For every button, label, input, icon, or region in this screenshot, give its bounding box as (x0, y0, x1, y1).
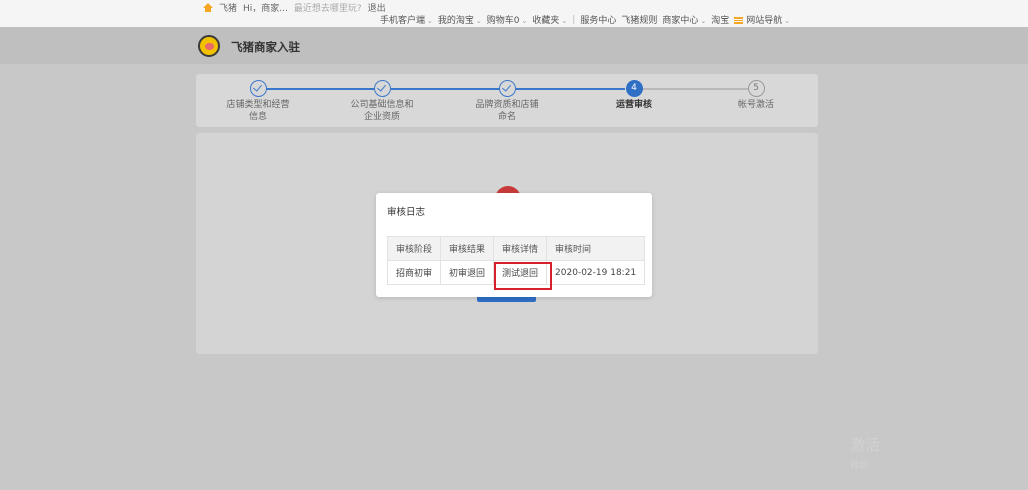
step-label: 运营审核 (615, 100, 652, 110)
fliggy-logo-icon[interactable] (198, 35, 220, 57)
nav-label: 收藏夹 (532, 16, 560, 26)
nav-site-map[interactable]: 网站导航 ⌄ (734, 13, 790, 26)
top-bar: 飞猪 Hi，商家... 最近想去哪里玩? 退出 手机客户端 ⌄ 我的淘宝 ⌄ 购物车… (0, 0, 1028, 27)
progress-steps: 店铺类型和经营信息 公司基础信息和企业资质 品牌资质和店铺命名 4 运营审核 5… (196, 74, 818, 127)
step-connector (266, 88, 383, 90)
step-number: 4 (625, 80, 643, 97)
top-nav: 手机客户端 ⌄ 我的淘宝 ⌄ 购物车0 ⌄ 收藏夹 ⌄ | 服务中心 飞猪规则 商家中心… (380, 13, 795, 27)
nav-label: 购物车0 (486, 16, 520, 26)
check-icon (498, 80, 516, 97)
watermark-subtitle: 转到 (850, 461, 869, 471)
nav-rules[interactable]: 飞猪规则 (621, 13, 657, 26)
nav-service-center[interactable]: 服务中心 (580, 13, 616, 26)
page-header: 飞猪商家入驻 (0, 27, 1028, 64)
table-row: 招商初审 初审退回 测试退回 2020-02-19 18:21 (386, 260, 646, 285)
menu-icon (734, 17, 744, 24)
step-connector (642, 88, 748, 90)
step-3: 品牌资质和店铺命名 (462, 80, 552, 123)
nav-label: 手机客户端 (380, 16, 426, 26)
nav-mobile-client[interactable]: 手机客户端 ⌄ (380, 13, 433, 26)
nav-divider: | (572, 14, 576, 25)
column-header: 审核详情 (493, 236, 548, 261)
home-icon[interactable] (203, 3, 213, 12)
step-4: 4 运营审核 (589, 80, 679, 111)
column-header: 审核结果 (440, 236, 495, 261)
nav-my-taobao[interactable]: 我的淘宝 ⌄ (438, 13, 482, 26)
nav-label: 网站导航 (746, 16, 783, 26)
nav-merchant-center[interactable]: 商家中心 ⌄ (662, 13, 706, 26)
check-icon (373, 80, 391, 97)
chevron-down-icon: ⌄ (475, 17, 482, 25)
nav-favorites[interactable]: 收藏夹 ⌄ (532, 13, 567, 26)
audit-time-cell: 2020-02-19 18:21 (546, 260, 646, 285)
chevron-down-icon: ⌄ (784, 17, 791, 25)
watermark-title: 激活 (850, 436, 881, 454)
chevron-down-icon: ⌄ (427, 17, 433, 25)
column-header: 审核时间 (546, 236, 646, 261)
column-header: 审核阶段 (386, 236, 442, 261)
activation-watermark: 激活 转到 (850, 434, 880, 471)
audit-log-table: 审核阶段 审核结果 审核详情 审核时间 招商初审 初审退回 测试退回 2020-… (386, 236, 646, 285)
audit-result-cell: 初审退回 (440, 260, 495, 285)
step-connector (516, 88, 625, 90)
nav-cart[interactable]: 购物车0 ⌄ (487, 13, 528, 26)
dialog-title: 审核日志 (387, 207, 426, 218)
step-number: 5 (747, 80, 765, 97)
nav-label: 商家中心 (662, 16, 699, 26)
chevron-down-icon: ⌄ (700, 17, 707, 25)
step-label: 店铺类型和经营信息 (226, 100, 290, 122)
audit-stage-cell: 招商初审 (386, 260, 442, 285)
audit-detail-cell: 测试退回 (493, 260, 548, 285)
site-name-link[interactable]: 飞猪 (219, 1, 237, 14)
nav-taobao[interactable]: 淘宝 (711, 13, 729, 26)
page-title: 飞猪商家入驻 (231, 40, 300, 54)
top-bar-left: 飞猪 Hi，商家... 最近想去哪里玩? 退出 (203, 1, 386, 14)
step-5: 5 帐号激活 (711, 80, 801, 111)
step-2: 公司基础信息和企业资质 (337, 80, 427, 123)
chevron-down-icon: ⌄ (561, 17, 568, 25)
step-label: 品牌资质和店铺命名 (475, 100, 539, 122)
table-header-row: 审核阶段 审核结果 审核详情 审核时间 (386, 236, 646, 261)
audit-log-dialog: 审核日志 审核阶段 审核结果 审核详情 审核时间 招商初审 初审退回 测试退回 … (376, 193, 652, 297)
step-1: 店铺类型和经营信息 (213, 80, 303, 123)
check-icon (249, 80, 267, 97)
step-label: 公司基础信息和企业资质 (350, 100, 414, 122)
step-connector (391, 88, 507, 90)
greeting-text[interactable]: Hi，商家... (243, 1, 288, 14)
chevron-down-icon: ⌄ (521, 17, 528, 25)
search-hint-text[interactable]: 最近想去哪里玩? (294, 1, 362, 14)
step-label: 帐号激活 (737, 100, 774, 110)
nav-label: 我的淘宝 (437, 16, 474, 26)
